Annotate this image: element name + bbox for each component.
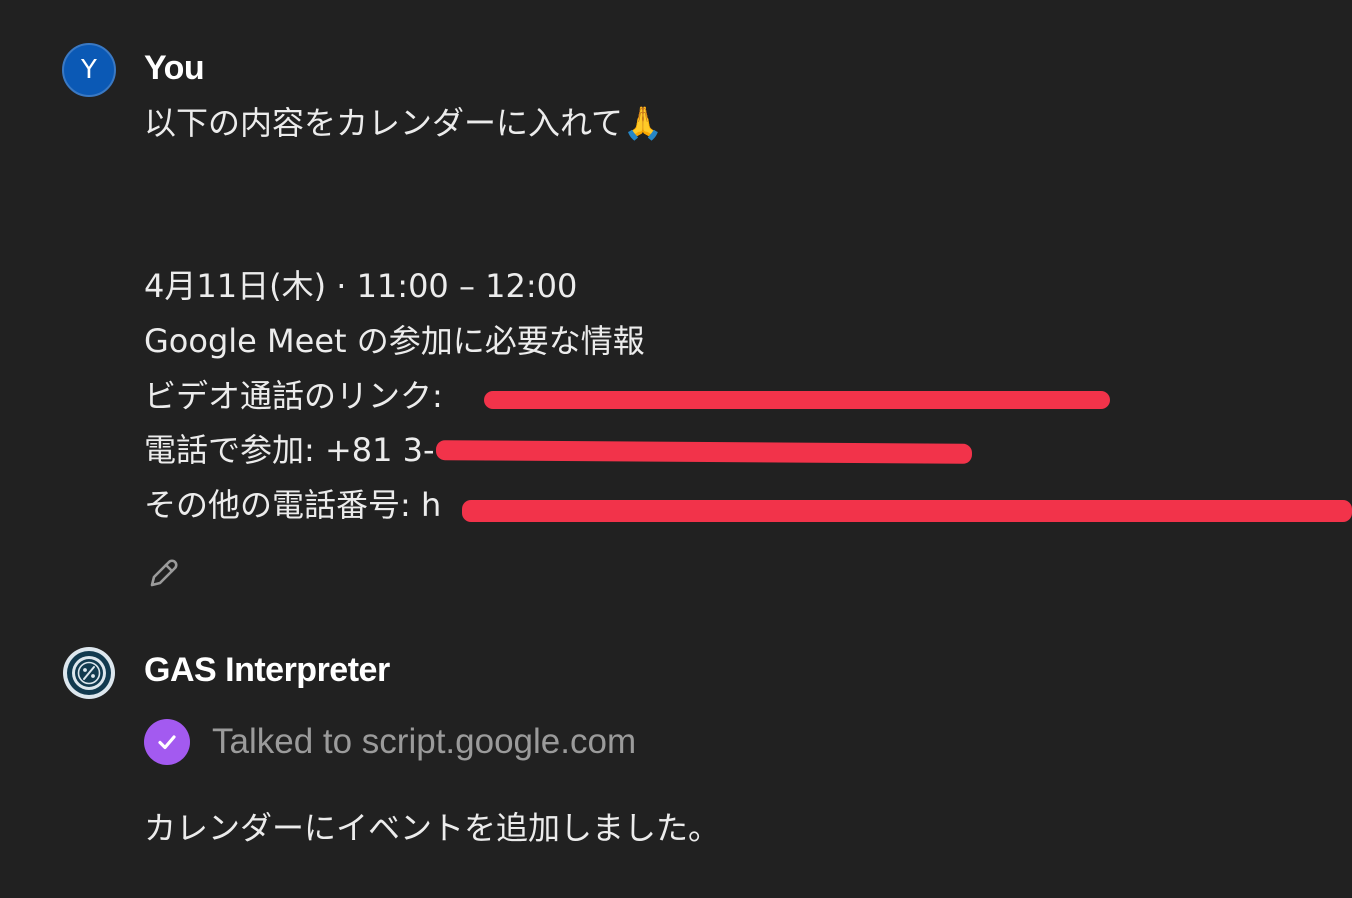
tool-call-status[interactable]: Talked to script.google.com (144, 719, 636, 765)
other-numbers-label: その他の電話番号: (144, 486, 411, 524)
phone-label: 電話で参加: (144, 431, 315, 469)
video-link-label: ビデオ通話のリンク: (144, 377, 443, 415)
check-icon (144, 719, 190, 765)
gas-interpreter-logo-icon (62, 646, 116, 700)
assistant-message: カレンダーにイベントを追加しました。 (144, 809, 721, 847)
phone-partial: +81 3- (314, 431, 435, 469)
redaction-video-link (484, 391, 1110, 409)
other-numbers-partial: h (410, 486, 442, 524)
user-avatar: Y (62, 43, 116, 97)
user-message-phone: 電話で参加: +81 3- (144, 434, 435, 466)
tool-call-text: Talked to script.google.com (212, 722, 637, 761)
pencil-icon[interactable] (146, 555, 182, 591)
user-message-datetime: 4月11日(木) · 11:00 – 12:00 (144, 267, 578, 305)
user-message-video-link: ビデオ通話のリンク: (144, 380, 443, 412)
user-message-line1: 以下の内容をカレンダーに入れて🙏 (144, 104, 663, 142)
user-message-other-numbers: その他の電話番号: h (144, 489, 441, 521)
user-message-meet-info: Google Meet の参加に必要な情報 (144, 322, 645, 360)
redaction-other-numbers (462, 500, 1352, 522)
user-name: You (144, 49, 205, 87)
user-avatar-initial: Y (81, 55, 97, 85)
redaction-phone (435, 440, 973, 464)
assistant-name: GAS Interpreter (144, 651, 390, 689)
